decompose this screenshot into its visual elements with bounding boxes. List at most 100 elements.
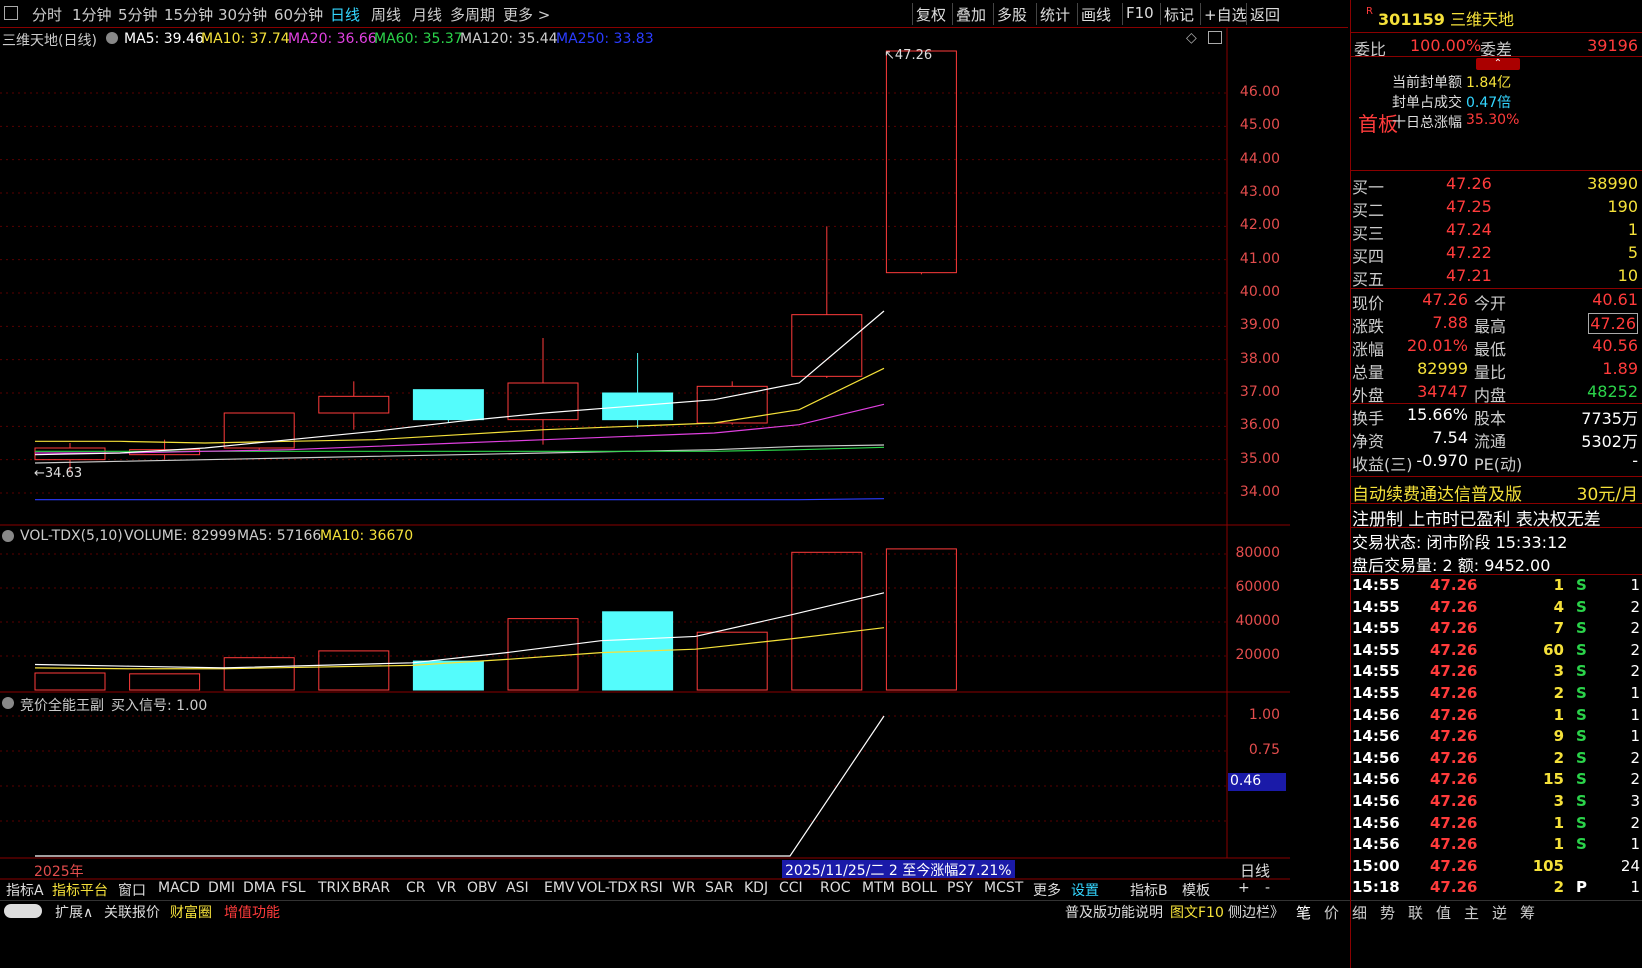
promo-text[interactable]: 自动续费通达信普及版 bbox=[1352, 480, 1522, 505]
volume-tick-label: 60000 bbox=[1235, 579, 1280, 595]
fund-value: 5302万 bbox=[1581, 432, 1638, 451]
period-tab[interactable]: 分时 bbox=[32, 4, 62, 25]
indicator-tab[interactable]: FSL bbox=[281, 880, 306, 896]
indicator-tab[interactable]: MTM bbox=[862, 880, 895, 896]
toolbar-action-button[interactable]: F10 bbox=[1126, 4, 1154, 22]
stat-label: 量比 bbox=[1474, 363, 1507, 382]
toolbar-action-button[interactable]: 叠加 bbox=[956, 4, 986, 25]
promo-price[interactable]: 30元/月 bbox=[1577, 480, 1638, 505]
tick-price: 47.26 bbox=[1430, 597, 1478, 616]
bid-label: 买二 bbox=[1352, 201, 1385, 220]
fund-label: 换手 bbox=[1352, 409, 1385, 428]
vol-settings-icon[interactable] bbox=[2, 530, 14, 542]
period-tab[interactable]: 更多 > bbox=[503, 4, 550, 25]
seal-value: 0.47倍 bbox=[1466, 95, 1512, 111]
indicator-tab[interactable]: - bbox=[1265, 880, 1270, 896]
indicator-tab[interactable]: 指标B bbox=[1130, 880, 1168, 900]
tick-direction: S bbox=[1576, 684, 1587, 702]
indicator-tab[interactable]: DMA bbox=[243, 880, 275, 896]
tick-price: 47.26 bbox=[1430, 727, 1478, 746]
ma-settings-icon[interactable] bbox=[106, 32, 118, 44]
indicator-tab[interactable]: WR bbox=[672, 880, 696, 896]
indicator-tab[interactable]: 指标平台 bbox=[52, 880, 108, 900]
indicator-tab[interactable]: ASI bbox=[506, 880, 529, 896]
collapse-up-icon[interactable]: ⌃ bbox=[1476, 58, 1520, 70]
toolbar-action-button[interactable]: +自选 bbox=[1204, 4, 1247, 25]
indicator-tab[interactable]: EMV bbox=[544, 880, 575, 896]
price-tick-label: 41.00 bbox=[1239, 250, 1280, 267]
indicator-tab[interactable]: TRIX bbox=[318, 880, 350, 896]
tick-price: 47.26 bbox=[1430, 792, 1478, 810]
toolbar-action-button[interactable]: 统计 bbox=[1040, 4, 1070, 25]
indicator-tab[interactable]: SAR bbox=[705, 880, 733, 896]
period-tab[interactable]: 30分钟 bbox=[218, 4, 267, 25]
indicator-tab[interactable]: 设置 bbox=[1071, 880, 1099, 900]
chart-canvas[interactable] bbox=[0, 28, 1290, 968]
bid-volume: 1 bbox=[1627, 220, 1638, 239]
period-tab[interactable]: 15分钟 bbox=[164, 4, 213, 25]
stat-value: 34747 bbox=[1417, 382, 1468, 401]
indicator-tab[interactable]: 更多 bbox=[1033, 880, 1061, 900]
r-badge: R bbox=[1366, 6, 1373, 17]
indicator-tab[interactable]: 模板 bbox=[1182, 880, 1210, 900]
toolbar-action-button[interactable]: 画线 bbox=[1081, 4, 1111, 25]
tick-count: 2 bbox=[1630, 597, 1640, 616]
indicator-tab[interactable]: RSI bbox=[640, 880, 663, 896]
period-tab[interactable]: 日线 bbox=[330, 4, 360, 25]
bottom-link[interactable]: 扩展∧ bbox=[55, 902, 93, 922]
tick-volume: 4 bbox=[1553, 597, 1564, 616]
indicator-tab[interactable]: CCI bbox=[779, 880, 803, 896]
indicator-tab[interactable]: MCST bbox=[984, 880, 1023, 896]
indicator-tab[interactable]: 指标A bbox=[6, 880, 44, 900]
bottom-right-link[interactable]: 普及版功能说明 bbox=[1065, 902, 1163, 922]
volume-bar bbox=[318, 650, 390, 691]
period-tab[interactable]: 1分钟 bbox=[72, 4, 112, 25]
indicator-tab[interactable]: KDJ bbox=[744, 880, 768, 896]
indicator-tab[interactable]: + bbox=[1238, 880, 1250, 896]
panel-toggle-icon[interactable] bbox=[1208, 31, 1222, 44]
bottom-link[interactable]: 增值功能 bbox=[224, 902, 280, 922]
indicator-tab[interactable]: OBV bbox=[467, 880, 497, 896]
bottom-right-link[interactable]: 侧边栏》 bbox=[1228, 902, 1284, 922]
period-tab[interactable]: 60分钟 bbox=[274, 4, 323, 25]
period-tab[interactable]: 5分钟 bbox=[118, 4, 158, 25]
side-tab[interactable]: 价 bbox=[1324, 902, 1339, 923]
indicator-tab[interactable]: 窗口 bbox=[118, 880, 146, 900]
toolbar-action-button[interactable]: 返回 bbox=[1250, 4, 1280, 25]
tick-time: 15:00 bbox=[1352, 856, 1400, 875]
tick-time: 14:56 bbox=[1352, 727, 1400, 746]
bottom-link[interactable]: 财富圈 bbox=[170, 902, 212, 922]
indicator-tab[interactable]: VOL-TDX bbox=[577, 880, 638, 896]
toolbar-action-button[interactable]: 多股 bbox=[997, 4, 1027, 25]
bottom-right-link[interactable]: 图文F10 bbox=[1170, 902, 1224, 922]
period-tab[interactable]: 多周期 bbox=[450, 4, 495, 25]
indicator-tab[interactable]: BOLL bbox=[901, 880, 937, 896]
seal-label: 封单占成交 bbox=[1392, 95, 1462, 111]
tick-price: 47.26 bbox=[1430, 684, 1478, 702]
indicator-settings-icon[interactable] bbox=[2, 697, 14, 709]
tick-count: 3 bbox=[1630, 792, 1640, 810]
indicator-tab[interactable]: BRAR bbox=[352, 880, 390, 896]
indicator-tab[interactable]: PSY bbox=[947, 880, 973, 896]
window-menu-icon[interactable] bbox=[4, 6, 18, 20]
toolbar-separator bbox=[912, 3, 913, 25]
tick-time: 14:56 bbox=[1352, 770, 1400, 789]
volume-label: VOLUME: 82999 bbox=[124, 528, 237, 544]
tick-count: 1 bbox=[1630, 705, 1640, 724]
toggle-switch[interactable] bbox=[4, 904, 42, 918]
toolbar-action-button[interactable]: 复权 bbox=[916, 4, 946, 25]
period-tab[interactable]: 月线 bbox=[412, 4, 442, 25]
indicator-tab[interactable]: VR bbox=[437, 880, 456, 896]
indicator-tab[interactable]: DMI bbox=[208, 880, 235, 896]
indicator-tab[interactable]: CR bbox=[406, 880, 426, 896]
indicator-tab[interactable]: ROC bbox=[820, 880, 851, 896]
period-tab[interactable]: 周线 bbox=[371, 4, 401, 25]
toolbar-separator bbox=[952, 3, 953, 25]
tick-volume: 1 bbox=[1553, 576, 1564, 594]
stock-name: 三维天地 bbox=[1449, 10, 1514, 29]
bottom-link[interactable]: 关联报价 bbox=[104, 902, 160, 922]
indicator-tab[interactable]: MACD bbox=[158, 880, 200, 896]
diamond-icon[interactable]: ◇ bbox=[1186, 30, 1197, 46]
toolbar-action-button[interactable]: 标记 bbox=[1164, 4, 1194, 25]
side-tab[interactable]: 笔 bbox=[1296, 902, 1311, 923]
